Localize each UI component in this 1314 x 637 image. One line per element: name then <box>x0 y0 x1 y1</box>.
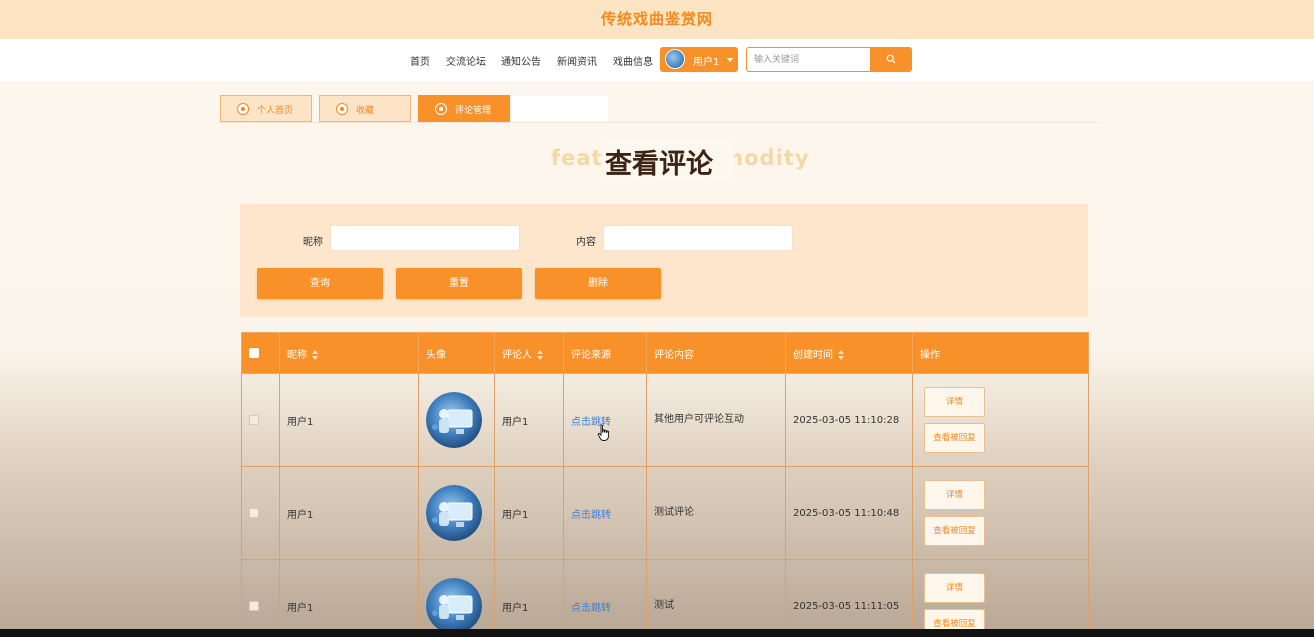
header-created-label: 创建时间 <box>793 349 833 361</box>
header-actions: 操作 <box>912 332 1089 374</box>
avatar-cell <box>418 373 495 467</box>
comments-table: 昵称 头像 评论人 评论来源 评论内容 创建时间 操作 用户1 用户1 点击跳转… <box>241 332 1089 637</box>
content-cell: 其他用户可评论互动 <box>646 373 786 467</box>
hand-cursor-icon <box>597 424 609 441</box>
header-source-label: 评论来源 <box>571 349 611 361</box>
avatar-image <box>426 578 482 634</box>
sort-icon[interactable] <box>312 349 318 360</box>
source-link[interactable]: 点击跳转 <box>571 510 611 521</box>
content-cell: 测试评论 <box>646 466 786 560</box>
content-label: 内容 <box>576 237 596 248</box>
avatar-cell <box>418 466 495 560</box>
header-source: 评论来源 <box>563 332 647 374</box>
header-content-label: 评论内容 <box>654 349 694 361</box>
header-avatar: 头像 <box>418 332 495 374</box>
user-avatar <box>665 49 685 69</box>
created-cell: 2025-03-05 11:10:48 <box>785 466 913 560</box>
actions-cell: 详情 查看被回复 <box>912 373 1089 467</box>
source-cell: 点击跳转 <box>563 559 647 637</box>
tab-favorites[interactable]: 收藏 <box>319 95 411 122</box>
row-select-cell <box>241 559 280 637</box>
detail-button[interactable]: 详情 <box>924 387 985 417</box>
search-button[interactable] <box>870 47 912 72</box>
table-row: 用户1 用户1 点击跳转 其他用户可评论互动 2025-03-05 11:10:… <box>241 373 1089 467</box>
row-checkbox[interactable] <box>249 507 259 518</box>
nickname-cell: 用户1 <box>279 466 419 560</box>
header-content: 评论内容 <box>646 332 786 374</box>
commenter-cell: 用户1 <box>494 559 564 637</box>
avatar-cell <box>418 559 495 637</box>
tab-divider <box>220 122 1100 123</box>
actions-cell: 详情 查看被回复 <box>912 559 1089 637</box>
sort-icon[interactable] <box>838 349 844 360</box>
tab-spacer <box>512 96 608 121</box>
detail-button[interactable]: 详情 <box>924 480 985 510</box>
nickname-cell: 用户1 <box>279 559 419 637</box>
nickname-label: 昵称 <box>303 237 323 248</box>
sort-icon[interactable] <box>537 349 543 360</box>
tab-favorites-label: 收藏 <box>356 106 375 116</box>
table-header-row: 昵称 头像 评论人 评论来源 评论内容 创建时间 操作 <box>241 332 1089 374</box>
search-icon <box>886 54 896 64</box>
caret-down-icon <box>727 58 733 62</box>
row-checkbox[interactable] <box>249 600 259 611</box>
source-cell: 点击跳转 <box>563 373 647 467</box>
bottom-edge-bar <box>0 629 1314 637</box>
table-row: 用户1 用户1 点击跳转 测试评论 2025-03-05 11:10:48 详情… <box>241 466 1089 560</box>
tab-profile-label: 个人首页 <box>257 106 294 116</box>
page-title: 查看评论 <box>605 149 713 180</box>
reset-button[interactable]: 重置 <box>396 268 522 299</box>
tab-profile[interactable]: 个人首页 <box>220 95 312 122</box>
source-cell: 点击跳转 <box>563 466 647 560</box>
search-input[interactable] <box>746 47 871 72</box>
source-link[interactable]: 点击跳转 <box>571 603 611 614</box>
select-all-checkbox[interactable] <box>249 347 259 358</box>
row-checkbox[interactable] <box>249 414 259 425</box>
created-cell: 2025-03-05 11:10:28 <box>785 373 913 467</box>
avatar-image <box>426 485 482 541</box>
user-name: 用户1 <box>693 57 720 68</box>
select-all-cell <box>241 332 280 374</box>
circle-icon <box>237 103 249 115</box>
actions-cell: 详情 查看被回复 <box>912 466 1089 560</box>
commenter-cell: 用户1 <box>494 373 564 467</box>
nickname-cell: 用户1 <box>279 373 419 467</box>
query-button[interactable]: 查询 <box>257 268 383 299</box>
site-header: 传统戏曲鉴赏网 <box>0 0 1314 39</box>
created-cell: 2025-03-05 11:11:05 <box>785 559 913 637</box>
header-nickname[interactable]: 昵称 <box>279 332 419 374</box>
commenter-cell: 用户1 <box>494 466 564 560</box>
content-input[interactable] <box>603 225 793 251</box>
detail-button[interactable]: 详情 <box>924 573 985 603</box>
circle-icon <box>336 103 348 115</box>
nav-forum[interactable]: 交流论坛 <box>446 53 486 68</box>
header-nickname-label: 昵称 <box>287 349 307 361</box>
header-created[interactable]: 创建时间 <box>785 332 913 374</box>
content-cell: 测试 <box>646 559 786 637</box>
nav-home[interactable]: 首页 <box>410 53 430 68</box>
tab-comments-label: 评论管理 <box>455 106 492 116</box>
delete-button[interactable]: 删除 <box>535 268 661 299</box>
nickname-input[interactable] <box>330 225 520 251</box>
header-commenter[interactable]: 评论人 <box>494 332 564 374</box>
tab-comments[interactable]: 评论管理 <box>418 95 510 122</box>
view-replies-button[interactable]: 查看被回复 <box>924 516 985 546</box>
row-select-cell <box>241 373 280 467</box>
main-navbar: 首页 交流论坛 通知公告 新闻资讯 戏曲信息 用户1 <box>0 39 1314 81</box>
nav-opera-info[interactable]: 戏曲信息 <box>613 53 653 68</box>
row-select-cell <box>241 466 280 560</box>
nav-notices[interactable]: 通知公告 <box>501 53 541 68</box>
table-row: 用户1 用户1 点击跳转 测试 2025-03-05 11:11:05 详情 查… <box>241 559 1089 637</box>
user-menu-dropdown[interactable]: 用户1 <box>660 47 738 72</box>
header-actions-label: 操作 <box>920 349 940 361</box>
nav-news[interactable]: 新闻资讯 <box>557 53 597 68</box>
header-avatar-label: 头像 <box>426 349 446 361</box>
avatar-image <box>426 392 482 448</box>
site-title: 传统戏曲鉴赏网 <box>600 10 713 28</box>
header-commenter-label: 评论人 <box>502 349 532 361</box>
circle-icon <box>435 103 447 115</box>
filter-panel: 昵称 内容 查询 重置 删除 <box>240 204 1088 317</box>
view-replies-button[interactable]: 查看被回复 <box>924 423 985 453</box>
